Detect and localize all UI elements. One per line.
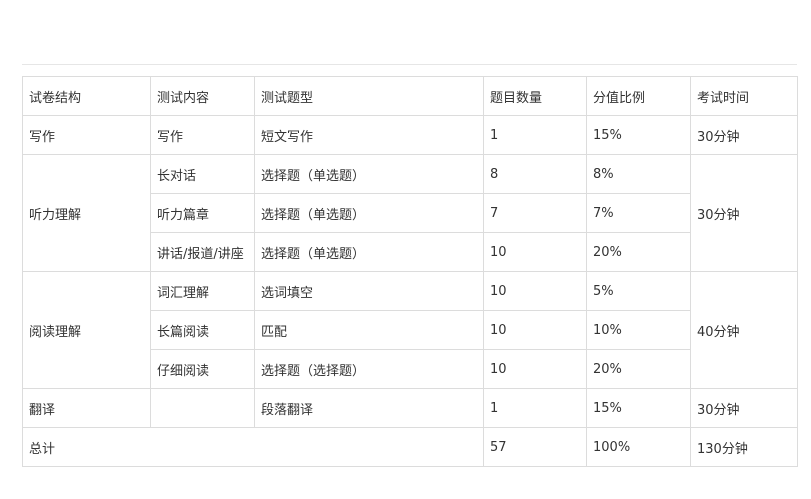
header-cell-content: 测试内容 [150, 76, 255, 116]
cell-content: 词汇理解 [150, 271, 255, 311]
cell-type: 匹配 [254, 310, 484, 350]
cell-count: 8 [483, 154, 587, 194]
cell-content [150, 388, 255, 428]
table-row-reading-1: 阅读理解 词汇理解 选词填空 10 5% 40分钟 [22, 271, 798, 389]
top-divider [22, 64, 797, 65]
page: 试卷结构 测试内容 测试题型 题目数量 分值比例 考试时间 写作 写作 短文写作… [0, 0, 811, 499]
cell-ratio: 5% [586, 271, 691, 311]
cell-section: 阅读理解 [22, 271, 151, 389]
table-header-row: 试卷结构 测试内容 测试题型 题目数量 分值比例 考试时间 [22, 76, 798, 116]
cell-type: 选择题（单选题） [254, 193, 484, 233]
cell-type: 选择题（选择题） [254, 349, 484, 389]
cell-content: 长对话 [150, 154, 255, 194]
cell-ratio: 15% [586, 115, 691, 155]
cell-time: 130分钟 [690, 427, 798, 467]
cell-ratio: 15% [586, 388, 691, 428]
header-cell-type: 测试题型 [254, 76, 484, 116]
cell-content: 听力篇章 [150, 193, 255, 233]
header-cell-ratio: 分值比例 [586, 76, 691, 116]
cell-count: 1 [483, 388, 587, 428]
cell-count: 1 [483, 115, 587, 155]
exam-structure-table: 试卷结构 测试内容 测试题型 题目数量 分值比例 考试时间 写作 写作 短文写作… [22, 76, 798, 467]
cell-count: 57 [483, 427, 587, 467]
cell-ratio: 20% [586, 349, 691, 389]
cell-type: 选择题（单选题） [254, 232, 484, 272]
header-cell-structure: 试卷结构 [22, 76, 151, 116]
cell-count: 10 [483, 310, 587, 350]
table-row-writing: 写作 写作 短文写作 1 15% 30分钟 [22, 115, 798, 155]
cell-ratio: 8% [586, 154, 691, 194]
cell-content: 长篇阅读 [150, 310, 255, 350]
cell-time: 40分钟 [690, 271, 798, 389]
table-row-total: 总计 57 100% 130分钟 [22, 427, 798, 467]
cell-section: 听力理解 [22, 154, 151, 272]
header-cell-count: 题目数量 [483, 76, 587, 116]
cell-ratio: 20% [586, 232, 691, 272]
cell-section: 写作 [22, 115, 151, 155]
cell-section: 翻译 [22, 388, 151, 428]
table-row-translation: 翻译 段落翻译 1 15% 30分钟 [22, 388, 798, 428]
cell-time: 30分钟 [690, 388, 798, 428]
cell-count: 7 [483, 193, 587, 233]
cell-type: 段落翻译 [254, 388, 484, 428]
cell-type: 选词填空 [254, 271, 484, 311]
cell-content: 写作 [150, 115, 255, 155]
cell-content: 讲话/报道/讲座 [150, 232, 255, 272]
header-cell-time: 考试时间 [690, 76, 798, 116]
cell-content: 仔细阅读 [150, 349, 255, 389]
cell-count: 10 [483, 349, 587, 389]
cell-time: 30分钟 [690, 115, 798, 155]
cell-type: 选择题（单选题） [254, 154, 484, 194]
cell-ratio: 100% [586, 427, 691, 467]
cell-ratio: 10% [586, 310, 691, 350]
cell-total-label: 总计 [22, 427, 484, 467]
cell-ratio: 7% [586, 193, 691, 233]
cell-count: 10 [483, 232, 587, 272]
cell-time: 30分钟 [690, 154, 798, 272]
cell-type: 短文写作 [254, 115, 484, 155]
table-row-listening-1: 听力理解 长对话 选择题（单选题） 8 8% 30分钟 [22, 154, 798, 272]
cell-count: 10 [483, 271, 587, 311]
